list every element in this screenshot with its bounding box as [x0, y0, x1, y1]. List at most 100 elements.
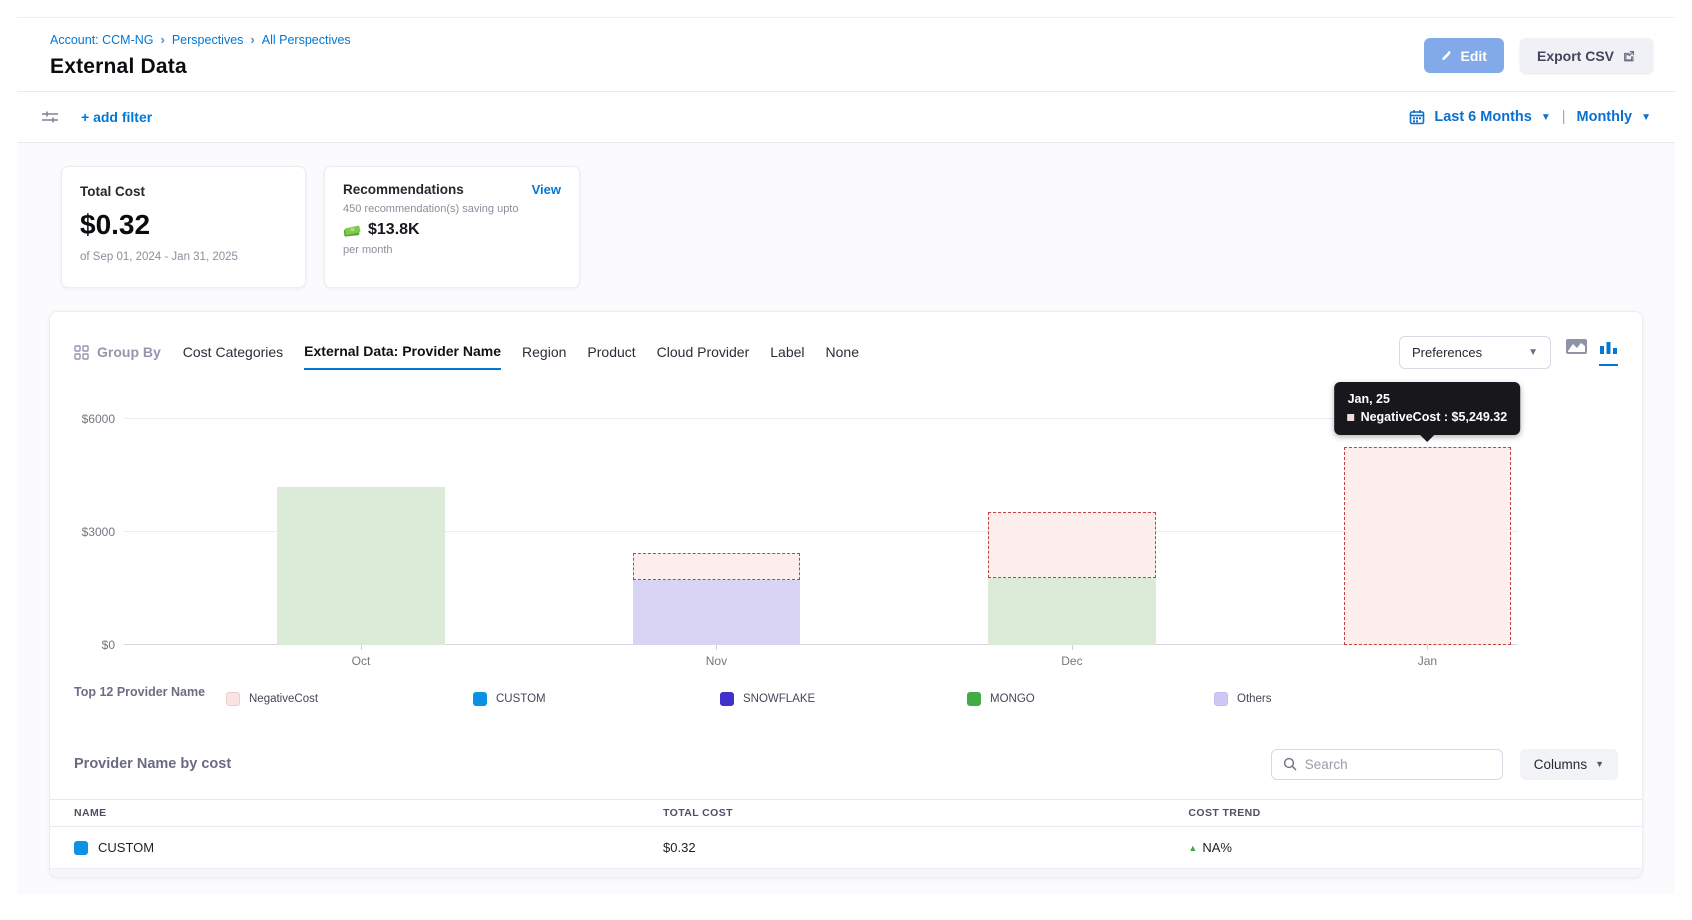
legend-item-snowflake[interactable]: SNOWFLAKE	[720, 684, 967, 714]
chevron-down-icon: ▼	[1595, 759, 1604, 769]
total-cost-value: $0.32	[80, 209, 287, 241]
legend-title: Top 12 Provider Name	[74, 684, 226, 714]
row-swatch	[74, 841, 88, 855]
date-range-select[interactable]: Last 6 Months	[1434, 109, 1531, 125]
bar-negativecost-dec[interactable]	[988, 512, 1155, 578]
recommendations-view-link[interactable]: View	[532, 182, 561, 197]
breadcrumb-separator: ›	[250, 32, 254, 47]
row-name: CUSTOM	[98, 840, 154, 855]
y-axis-tick-label: $6000	[82, 412, 115, 426]
filter-toolbar: + add filter Last 6 Months ▼ | Monthly ▼	[17, 91, 1675, 143]
tab-none[interactable]: None	[826, 344, 859, 369]
edit-button[interactable]: Edit	[1424, 38, 1504, 73]
legend-item-others[interactable]: Others	[1214, 684, 1461, 714]
bar-chart-icon[interactable]	[1599, 339, 1618, 366]
filter-sliders-icon[interactable]	[41, 110, 59, 124]
x-axis-label: Jan	[1418, 654, 1437, 668]
table-body: CUSTOM $0.32▲NA%	[50, 827, 1642, 869]
x-axis-label: Oct	[352, 654, 371, 668]
row-cost-trend: ▲NA%	[1164, 840, 1642, 855]
calendar-icon	[1409, 109, 1425, 125]
column-header[interactable]: NAME	[50, 807, 639, 819]
row-total-cost: $0.32	[639, 840, 1164, 855]
breadcrumb-link[interactable]: Account: CCM-NG	[50, 33, 154, 47]
search-icon	[1283, 757, 1297, 771]
chevron-down-icon: ▼	[1528, 347, 1538, 358]
money-icon	[343, 223, 361, 237]
tab-cost-categories[interactable]: Cost Categories	[183, 344, 283, 369]
recommendations-suffix: per month	[343, 244, 561, 256]
legend-item-mongo[interactable]: MONGO	[967, 684, 1214, 714]
legend-swatch	[473, 692, 487, 706]
bar-mongo-oct[interactable]	[277, 487, 444, 645]
column-header[interactable]: TOTAL COST	[639, 807, 1164, 819]
perspective-card: Group By Cost Categories External Data: P…	[49, 311, 1643, 878]
table-row[interactable]: CUSTOM $0.32▲NA%	[50, 827, 1642, 869]
total-cost-period: of Sep 01, 2024 - Jan 31, 2025	[80, 251, 287, 263]
tab-region[interactable]: Region	[522, 344, 566, 369]
granularity-select[interactable]: Monthly	[1577, 109, 1633, 125]
tab-cloud-provider[interactable]: Cloud Provider	[657, 344, 750, 369]
tooltip-series-bullet	[1348, 414, 1355, 421]
recommendations-amount: $13.8K	[368, 221, 420, 239]
chevron-down-icon[interactable]: ▼	[1541, 112, 1551, 123]
breadcrumb: Account: CCM-NG › Perspectives › All Perspec…	[50, 32, 351, 47]
preferences-select[interactable]: Preferences ▼	[1399, 336, 1551, 369]
total-cost-card: Total Cost $0.32 of Sep 01, 2024 - Jan 3…	[61, 166, 306, 288]
cost-chart: $0$3000$6000 Jan, 25 NegativeCost : $5,2…	[74, 374, 1518, 645]
legend-item-custom[interactable]: CUSTOM	[473, 684, 720, 714]
table-header-row: NAMETOTAL COSTCOST TREND	[50, 799, 1642, 827]
x-axis-label: Dec	[1061, 654, 1082, 668]
breadcrumb-link[interactable]: All Perspectives	[262, 33, 351, 47]
legend-label: CUSTOM	[496, 693, 546, 705]
table-title: Provider Name by cost	[74, 756, 231, 772]
tooltip-title: Jan, 25	[1348, 392, 1508, 406]
area-chart-icon[interactable]	[1566, 339, 1587, 364]
chart-plot-area: Jan, 25 NegativeCost : $5,249.32 OctNovD…	[124, 374, 1518, 645]
y-axis-tick-label: $3000	[82, 525, 115, 539]
tab-product[interactable]: Product	[587, 344, 635, 369]
chart-legend: Top 12 Provider Name NegativeCost CUSTOM S…	[74, 684, 1618, 714]
search-input[interactable]	[1305, 757, 1491, 772]
page-header: Account: CCM-NG › Perspectives › All Perspec…	[17, 18, 1675, 91]
columns-button[interactable]: Columns ▼	[1520, 749, 1618, 780]
legend-label: Others	[1237, 693, 1272, 705]
legend-label: NegativeCost	[249, 693, 318, 705]
pencil-icon	[1441, 49, 1453, 62]
bar-negativecost-jan[interactable]	[1344, 447, 1511, 645]
separator: |	[1562, 109, 1566, 125]
table-search	[1271, 749, 1503, 780]
bar-others-nov[interactable]	[633, 580, 800, 645]
group-by-row: Group By Cost Categories External Data: P…	[74, 336, 1618, 368]
chevron-down-icon[interactable]: ▼	[1641, 112, 1651, 123]
page-frame: Account: CCM-NG › Perspectives › All Perspec…	[17, 17, 1675, 894]
x-axis-label: Nov	[706, 654, 727, 668]
group-by-label: Group By	[74, 344, 161, 360]
table-next-row-partial	[50, 869, 1642, 877]
chart-tooltip: Jan, 25 NegativeCost : $5,249.32	[1335, 382, 1521, 435]
export-csv-button[interactable]: Export CSV	[1520, 38, 1653, 73]
external-link-icon	[1622, 49, 1636, 63]
tab-label[interactable]: Label	[770, 344, 804, 369]
tooltip-value: NegativeCost : $5,249.32	[1361, 410, 1508, 424]
x-axis-tick	[361, 645, 362, 650]
legend-item-negativecost[interactable]: NegativeCost	[226, 684, 473, 714]
total-cost-title: Total Cost	[80, 184, 287, 199]
legend-label: SNOWFLAKE	[743, 693, 815, 705]
add-filter-button[interactable]: + add filter	[81, 109, 152, 125]
tab-external-data-provider-name[interactable]: External Data: Provider Name	[304, 343, 501, 370]
main-content: Total Cost $0.32 of Sep 01, 2024 - Jan 3…	[17, 143, 1675, 894]
y-axis-tick-label: $0	[102, 638, 115, 652]
breadcrumb-separator: ›	[161, 32, 165, 47]
bar-negativecost-nov[interactable]	[633, 553, 800, 580]
recommendations-card: Recommendations View 450 recommendation(…	[324, 166, 580, 288]
legend-swatch	[1214, 692, 1228, 706]
page-title: External Data	[50, 55, 351, 79]
chart-y-axis: $0$3000$6000	[74, 374, 124, 645]
bar-mongo-dec[interactable]	[988, 578, 1155, 645]
breadcrumb-link[interactable]: Perspectives	[172, 33, 244, 47]
column-header[interactable]: COST TREND	[1164, 807, 1642, 819]
legend-swatch	[226, 692, 240, 706]
provider-cost-table: NAMETOTAL COSTCOST TREND CUSTOM $0.32▲NA%	[50, 799, 1642, 877]
recommendations-subtitle: 450 recommendation(s) saving upto	[343, 203, 561, 215]
